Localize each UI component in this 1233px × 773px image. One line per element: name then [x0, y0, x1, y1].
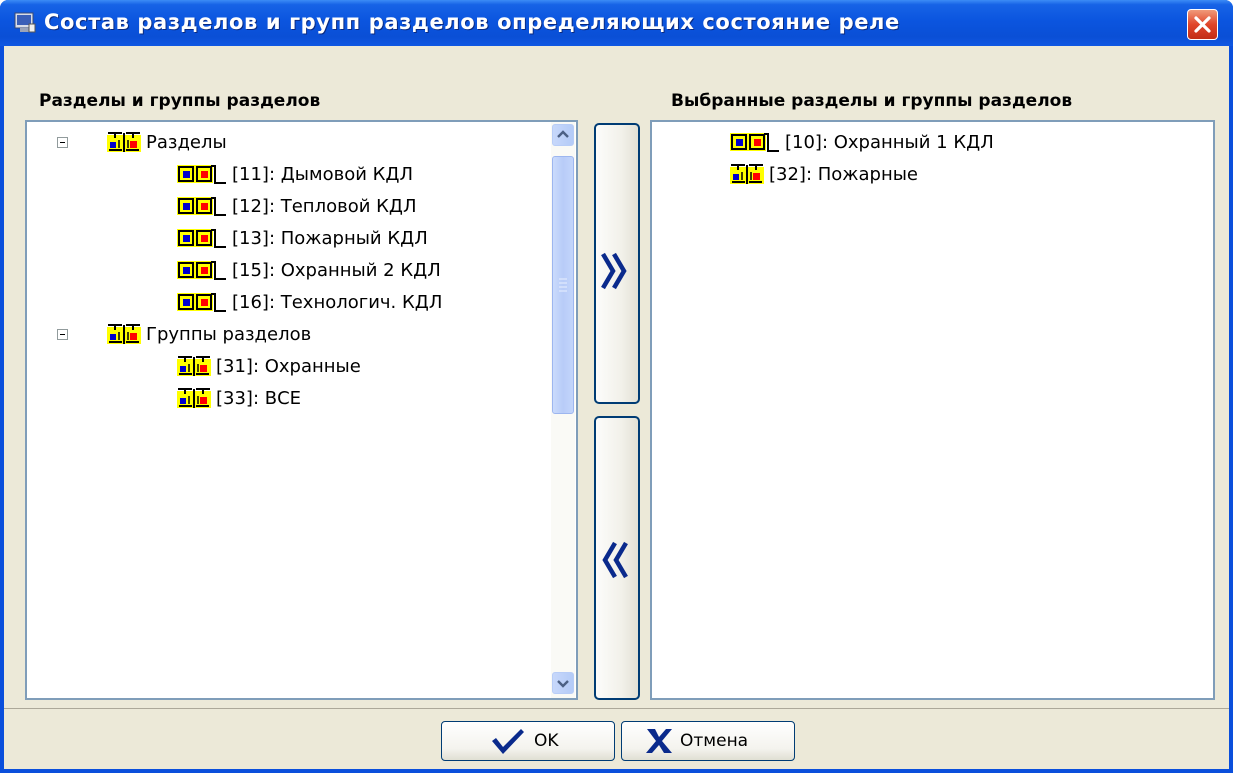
tree-item[interactable]: Разделы — [107, 127, 227, 157]
collapse-icon[interactable] — [57, 329, 68, 340]
add-selected-button[interactable] — [594, 123, 640, 404]
close-button[interactable] — [1187, 9, 1218, 40]
checkmark-icon — [492, 729, 524, 754]
tree-item[interactable]: [11]: Дымовой КДЛ — [177, 159, 413, 189]
section-icon — [177, 291, 227, 313]
vertical-scrollbar[interactable] — [551, 122, 575, 698]
title-bar[interactable]: Состав разделов и групп разделов определ… — [0, 0, 1233, 46]
dialog-window: Состав разделов и групп разделов определ… — [0, 0, 1233, 773]
section-group-icon — [107, 132, 141, 152]
dialog-body: Разделы и группы разделов Выбранные разд… — [4, 46, 1229, 769]
section-group-icon — [107, 324, 141, 344]
scroll-down-button[interactable] — [552, 672, 574, 694]
ok-button[interactable]: OK — [441, 721, 615, 761]
tree-item[interactable]: [31]: Охранные — [177, 351, 361, 381]
available-tree[interactable]: Разделы [11]: Дымовой КДЛ [12]: Тепловой К… — [25, 120, 578, 700]
close-icon — [1194, 16, 1211, 33]
tree-item-label: [15]: Охранный 2 КДЛ — [232, 259, 441, 281]
button-bar: OK Отмена — [4, 708, 1229, 769]
scroll-thumb[interactable] — [552, 156, 574, 414]
section-icon — [177, 195, 227, 217]
section-group-icon — [177, 356, 211, 376]
chevron-down-icon — [557, 680, 569, 688]
section-icon — [177, 259, 227, 281]
tree-item[interactable]: [16]: Технологич. КДЛ — [177, 287, 442, 317]
tree-item-label: [11]: Дымовой КДЛ — [232, 163, 414, 185]
selected-header: Выбранные разделы и группы разделов — [671, 91, 1073, 111]
remove-selected-button[interactable] — [594, 416, 640, 700]
double-chevron-right-icon — [601, 252, 627, 290]
tree-item[interactable]: [33]: ВСЕ — [177, 383, 301, 413]
ok-label: OK — [534, 731, 559, 751]
section-group-icon — [177, 388, 211, 408]
tree-item[interactable]: [13]: Пожарный КДЛ — [177, 223, 428, 253]
window-title: Состав разделов и групп разделов определ… — [44, 10, 900, 34]
cancel-label: Отмена — [680, 731, 749, 751]
tree-item-label: Разделы — [146, 131, 227, 153]
tree-item-label: [12]: Тепловой КДЛ — [232, 195, 417, 217]
scroll-up-button[interactable] — [552, 124, 574, 146]
tree-item[interactable]: Группы разделов — [107, 319, 311, 349]
cancel-button[interactable]: Отмена — [621, 721, 795, 761]
tree-item-label: Группы разделов — [146, 323, 312, 345]
double-chevron-left-icon — [602, 541, 628, 579]
tree-item[interactable]: [12]: Тепловой КДЛ — [177, 191, 417, 221]
available-header: Разделы и группы разделов — [39, 91, 321, 111]
section-icon — [177, 227, 227, 249]
collapse-icon[interactable] — [57, 137, 68, 148]
tree-item-label: [31]: Охранные — [216, 355, 361, 377]
app-icon — [14, 12, 36, 33]
tree-item[interactable]: [32]: Пожарные — [730, 159, 918, 189]
tree-item-label: [32]: Пожарные — [769, 163, 919, 185]
tree-item-label: [13]: Пожарный КДЛ — [232, 227, 428, 249]
section-icon — [730, 131, 780, 153]
section-group-icon — [730, 164, 764, 184]
grip-icon — [559, 278, 567, 292]
selected-tree[interactable]: [10]: Охранный 1 КДЛ [32]: Пожарные — [650, 120, 1215, 700]
tree-item-label: [33]: ВСЕ — [216, 387, 302, 409]
section-icon — [177, 163, 227, 185]
tree-item-label: [16]: Технологич. КДЛ — [232, 291, 443, 313]
tree-item[interactable]: [10]: Охранный 1 КДЛ — [730, 127, 994, 157]
chevron-up-icon — [557, 130, 569, 138]
cross-icon — [646, 729, 672, 753]
tree-item[interactable]: [15]: Охранный 2 КДЛ — [177, 255, 441, 285]
tree-item-label: [10]: Охранный 1 КДЛ — [785, 131, 994, 153]
